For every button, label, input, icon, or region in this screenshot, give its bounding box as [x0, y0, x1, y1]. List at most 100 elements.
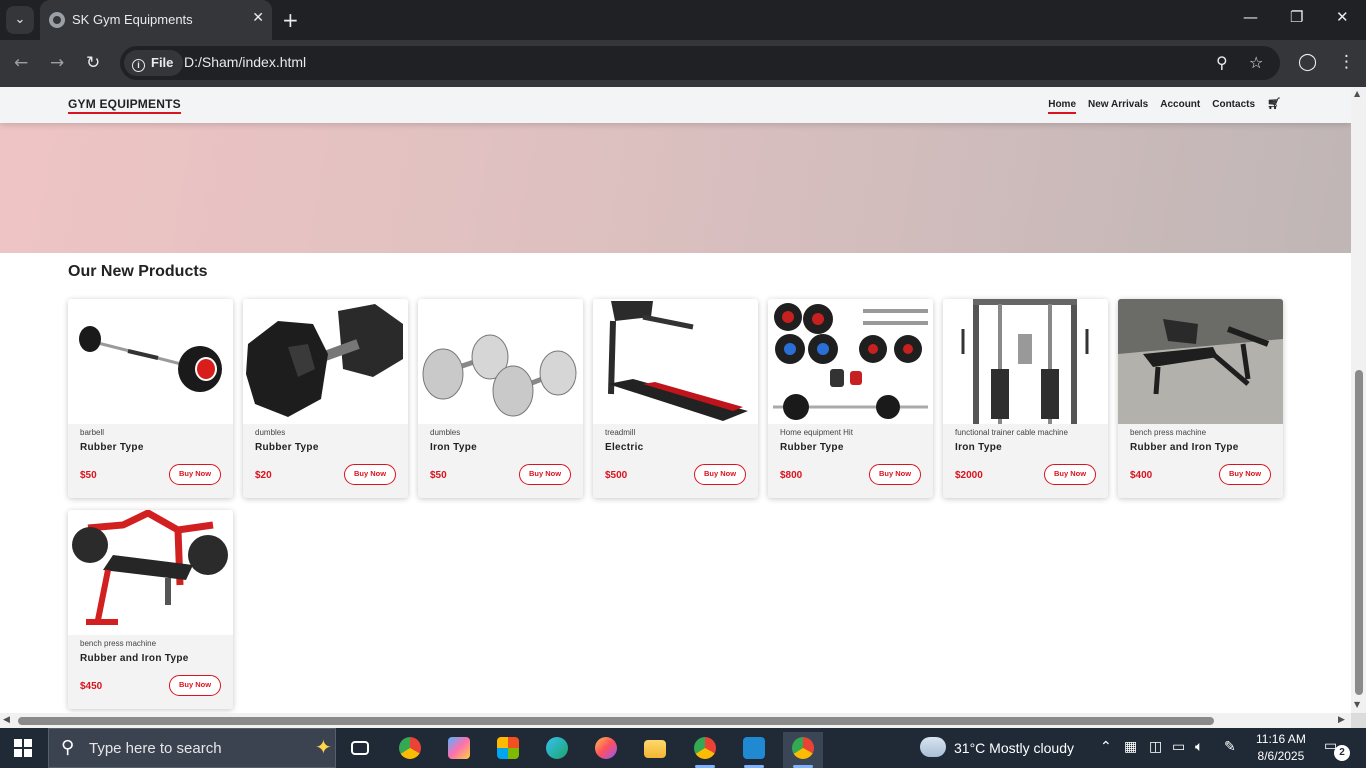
chrome-active-icon[interactable] — [783, 732, 823, 768]
profile-icon[interactable]: ◯ — [1298, 52, 1317, 72]
pen-icon[interactable]: ✎ — [1224, 739, 1236, 755]
section-title: Our New Products — [68, 263, 208, 280]
product-price: $450 — [80, 681, 103, 692]
chrome-icon[interactable] — [390, 732, 430, 768]
hero-banner — [0, 123, 1351, 253]
red-bench-press-image — [68, 510, 233, 635]
reload-icon[interactable]: ↻ — [86, 53, 100, 73]
url-text[interactable]: D:/Sham/index.html — [184, 54, 306, 70]
product-category: barbell — [80, 428, 105, 437]
restore-icon[interactable]: ❐ — [1290, 8, 1303, 26]
product-price: $800 — [780, 470, 803, 481]
minimize-icon[interactable]: — — [1243, 8, 1258, 26]
product-category: treadmill — [605, 428, 636, 437]
tab-search-icon[interactable]: ⌄ — [6, 6, 34, 34]
task-view-icon[interactable] — [340, 732, 380, 768]
new-tab-plus-icon[interactable]: + — [282, 8, 299, 32]
buy-now-button[interactable]: Buy Now — [344, 464, 396, 485]
product-price: $2000 — [955, 470, 983, 481]
product-category: dumbles — [430, 428, 461, 437]
treadmill-image — [593, 299, 758, 424]
buy-now-button[interactable]: Buy Now — [869, 464, 921, 485]
scroll-right-icon[interactable]: ▶ — [1338, 715, 1345, 725]
back-icon[interactable]: ← — [14, 53, 28, 73]
kebab-menu-icon[interactable]: ⋮ — [1338, 52, 1355, 72]
chrome-profile-icon[interactable] — [685, 732, 725, 768]
address-bar[interactable]: i File D:/Sham/index.html ⚲ ☆ — [120, 46, 1280, 80]
taskbar-search-placeholder: Type here to search — [89, 740, 222, 757]
product-name: Iron Type — [955, 442, 1002, 453]
buy-now-button[interactable]: Buy Now — [519, 464, 571, 485]
firefox-icon[interactable] — [586, 732, 626, 768]
scroll-down-icon[interactable]: ▼ — [1354, 700, 1360, 709]
product-card: treadmill Electric $500 Buy Now — [593, 299, 758, 498]
zoom-icon[interactable]: ⚲ — [1216, 53, 1228, 72]
weather-cloud-icon[interactable] — [920, 737, 946, 757]
keyboard-icon[interactable]: ▦ — [1124, 739, 1137, 755]
notification-count: 2 — [1334, 745, 1350, 761]
scroll-left-icon[interactable]: ◀ — [3, 715, 10, 725]
clock-date: 8/6/2025 — [1257, 749, 1305, 763]
weather-text[interactable]: 31°C Mostly cloudy — [954, 740, 1074, 756]
chip-label: File — [151, 55, 174, 70]
site-logo[interactable]: GYM EQUIPMENTS — [68, 97, 181, 114]
clock-time: 11:16 AM — [1256, 732, 1306, 746]
copilot-sparkle-icon[interactable]: ✦ — [315, 735, 332, 759]
buy-now-button[interactable]: Buy Now — [694, 464, 746, 485]
nav-new-arrivals[interactable]: New Arrivals — [1088, 99, 1148, 114]
window-close-icon[interactable]: ✕ — [1336, 8, 1349, 26]
volume-icon[interactable]: 🔈︎ — [1195, 739, 1203, 755]
product-card: Home equipment Hit Rubber Type $800 Buy … — [768, 299, 933, 498]
info-icon: i — [132, 59, 145, 72]
taskbar-search-box[interactable]: ⚲ Type here to search ✦ — [48, 728, 336, 768]
buy-now-button[interactable]: Buy Now — [1044, 464, 1096, 485]
product-card: dumbles Rubber Type $20 Buy Now — [243, 299, 408, 498]
page-viewport: GYM EQUIPMENTS Home New Arrivals Account… — [0, 87, 1351, 713]
tray-chevron-icon[interactable]: ⌃ — [1100, 739, 1112, 755]
buy-now-button[interactable]: Buy Now — [1219, 464, 1271, 485]
site-header: GYM EQUIPMENTS Home New Arrivals Account… — [0, 87, 1351, 123]
windows-start-icon[interactable] — [14, 739, 32, 757]
barbell-image — [68, 299, 233, 424]
tab-close-icon[interactable]: ✕ — [252, 10, 264, 26]
vscode-icon[interactable] — [734, 732, 774, 768]
product-name: Iron Type — [430, 442, 477, 453]
horizontal-scrollbar[interactable]: ◀ ▶ — [0, 713, 1351, 728]
scroll-corner — [1351, 713, 1366, 728]
product-price: $50 — [80, 470, 97, 481]
browser-toolbar: ← → ↻ i File D:/Sham/index.html ⚲ ☆ ◯ ⋮ — [0, 40, 1366, 87]
product-price: $50 — [430, 470, 447, 481]
cart-icon[interactable]: 🛒︎ — [1267, 97, 1281, 114]
vertical-scroll-thumb[interactable] — [1355, 370, 1363, 695]
vertical-scrollbar[interactable]: ▲ ▼ — [1351, 87, 1366, 713]
product-card: functional trainer cable machine Iron Ty… — [943, 299, 1108, 498]
forward-icon[interactable]: → — [50, 53, 64, 73]
store-icon[interactable] — [488, 732, 528, 768]
nav-contacts[interactable]: Contacts — [1212, 99, 1255, 114]
copilot-icon[interactable] — [439, 732, 479, 768]
buy-now-button[interactable]: Buy Now — [169, 464, 221, 485]
star-icon[interactable]: ☆ — [1249, 53, 1263, 72]
edge-icon[interactable] — [537, 732, 577, 768]
network-icon[interactable]: ▭ — [1172, 739, 1185, 755]
product-name: Rubber and Iron Type — [1130, 442, 1239, 453]
buy-now-button[interactable]: Buy Now — [169, 675, 221, 696]
browser-tab[interactable]: SK Gym Equipments ✕ — [40, 0, 272, 40]
horizontal-scroll-thumb[interactable] — [18, 717, 1214, 725]
meet-icon[interactable]: ◫ — [1149, 739, 1162, 755]
chrome-dumbbells-image — [418, 299, 583, 424]
main-nav: Home New Arrivals Account Contacts 🛒︎ — [1048, 97, 1281, 114]
file-explorer-icon[interactable] — [635, 732, 675, 768]
tab-strip: ⌄ SK Gym Equipments ✕ + — ❐ ✕ — [0, 0, 1366, 40]
product-card: dumbles Iron Type $50 Buy Now — [418, 299, 583, 498]
site-info-chip[interactable]: i File — [124, 50, 184, 76]
product-card: barbell Rubber Type $50 Buy Now — [68, 299, 233, 498]
product-name: Rubber Type — [80, 442, 144, 453]
nav-account[interactable]: Account — [1160, 99, 1200, 114]
nav-home[interactable]: Home — [1048, 99, 1077, 114]
product-card: bench press machine Rubber and Iron Type… — [68, 510, 233, 709]
product-category: Home equipment Hit — [780, 428, 853, 437]
clock[interactable]: 11:16 AM 8/6/2025 — [1256, 731, 1306, 765]
product-category: dumbles — [255, 428, 286, 437]
scroll-up-icon[interactable]: ▲ — [1354, 89, 1360, 98]
